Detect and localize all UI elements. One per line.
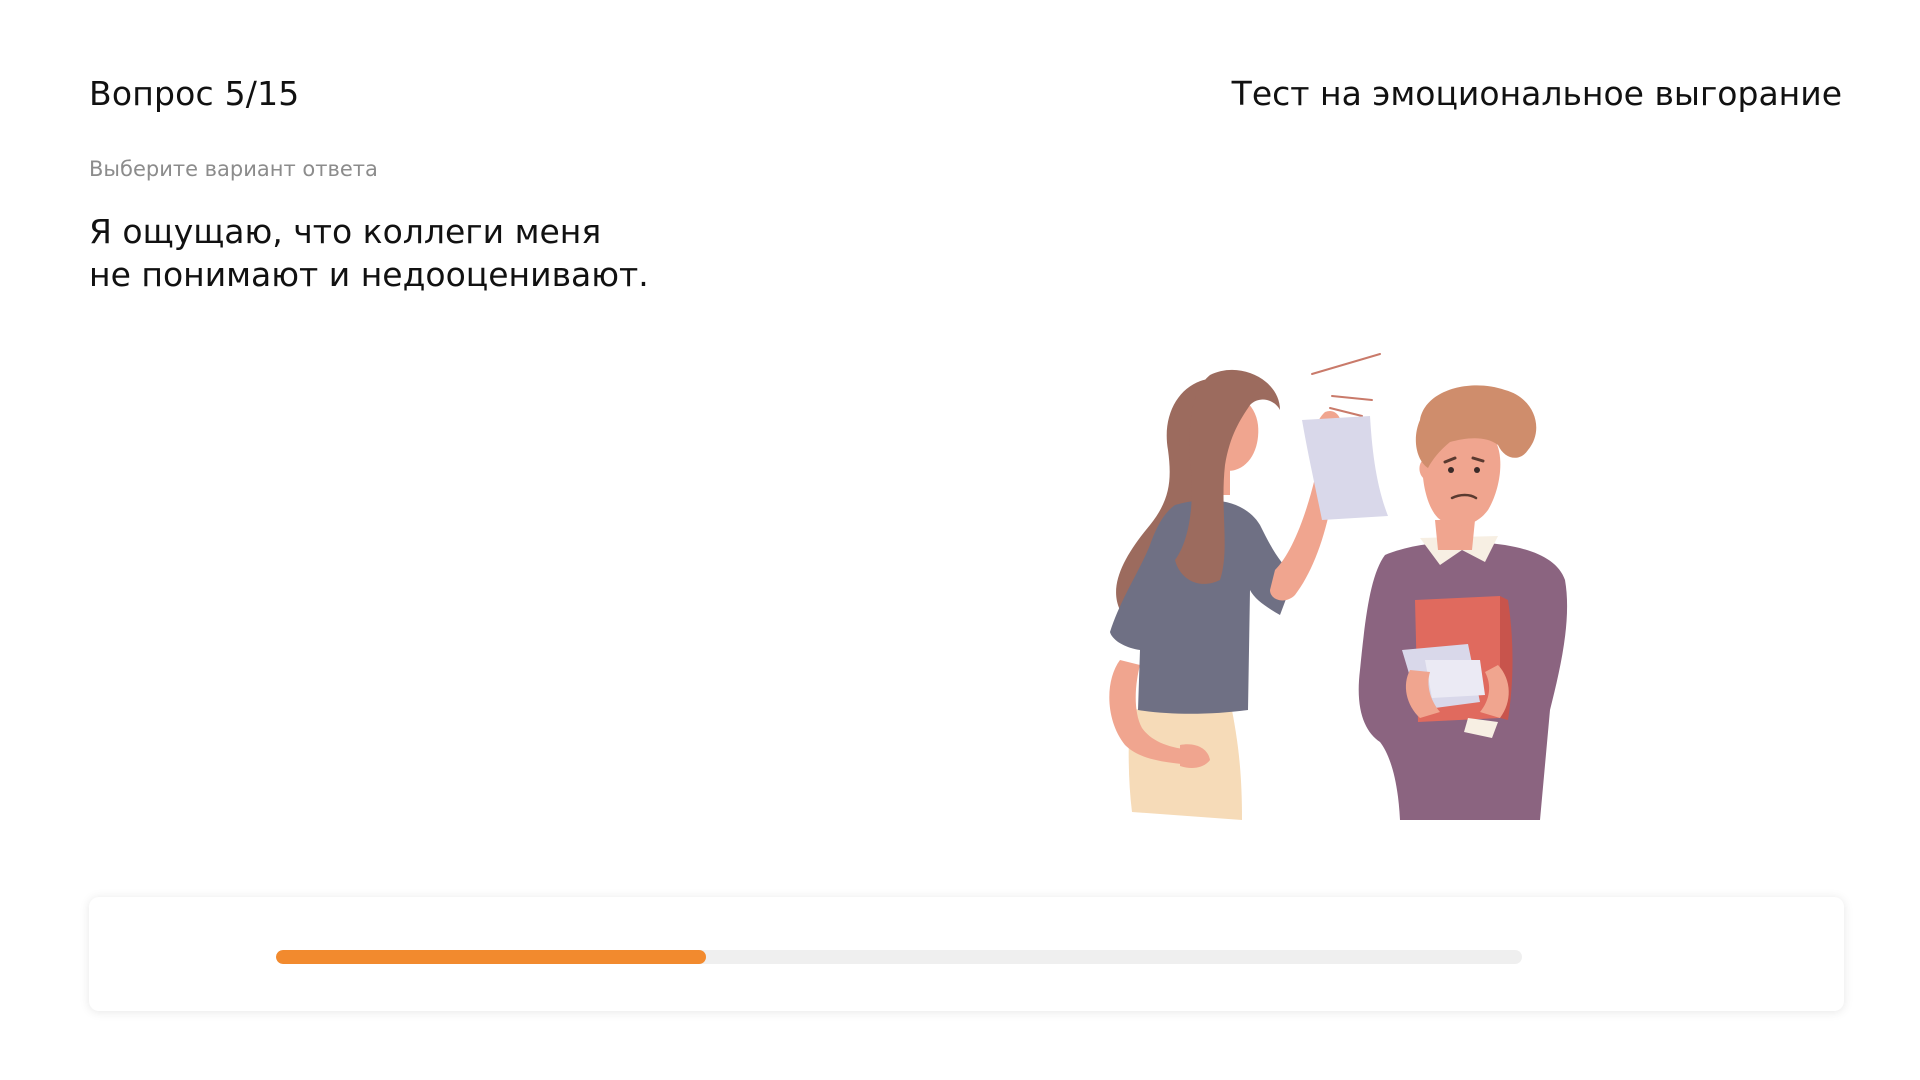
progress-panel [89, 897, 1844, 1011]
question-counter: Вопрос 5/15 [89, 74, 300, 113]
progress-track [276, 950, 1522, 964]
question-line: не понимают и недооценивают. [89, 255, 649, 294]
question-line: Я ощущаю, что коллеги меня [89, 212, 602, 251]
quiz-page: Вопрос 5/15 Тест на эмоциональное выгора… [0, 0, 1920, 1080]
shout-lines [1311, 353, 1381, 417]
man-figure [1358, 385, 1568, 820]
colleagues-illustration [1109, 353, 1568, 820]
test-title: Тест на эмоциональное выгорание [1231, 74, 1842, 113]
question-text: Я ощущаю, что коллеги меня не понимают и… [89, 210, 789, 296]
progress-fill [276, 950, 706, 964]
answer-hint: Выберите вариант ответа [89, 157, 378, 181]
